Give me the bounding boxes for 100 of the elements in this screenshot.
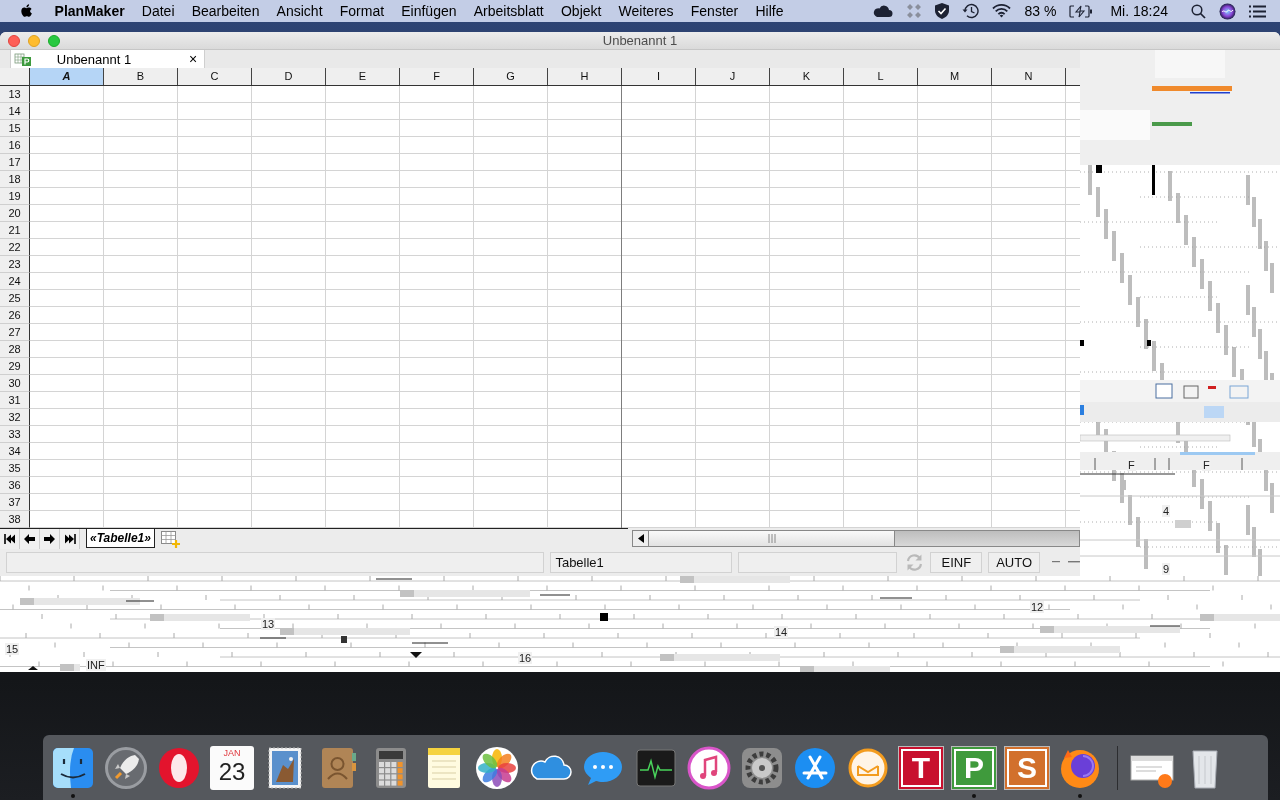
column-header[interactable]: J (696, 68, 770, 85)
glitch-text-fragment: 4 (1162, 505, 1171, 517)
close-window-button[interactable] (8, 34, 20, 47)
glitch-text-fragment: F (1202, 459, 1211, 471)
glitch-text-fragment: 9 (1162, 563, 1171, 575)
column-header[interactable]: H (548, 68, 622, 85)
row-header[interactable]: 25 (0, 290, 30, 307)
apple-logo-icon[interactable] (20, 3, 34, 19)
row-header[interactable]: 32 (0, 409, 30, 426)
row-header[interactable]: 19 (0, 188, 30, 205)
next-sheet-button[interactable] (40, 529, 60, 549)
row-header[interactable]: 33 (0, 426, 30, 443)
add-sheet-icon[interactable] (160, 530, 180, 548)
column-header[interactable]: G (474, 68, 548, 85)
row-header[interactable]: 21 (0, 222, 30, 239)
menu-item[interactable]: Hilfe (746, 0, 793, 22)
flower-icon[interactable] (473, 744, 521, 792)
first-sheet-button[interactable] (0, 529, 20, 549)
row-header[interactable]: 23 (0, 256, 30, 273)
row-header[interactable]: 24 (0, 273, 30, 290)
previous-sheet-button[interactable] (20, 529, 40, 549)
menu-item[interactable]: Datei (133, 0, 184, 22)
glitch-text-fragment: 14 (774, 626, 789, 638)
column-header[interactable]: I (622, 68, 696, 85)
grip-lines-icon (767, 534, 776, 543)
history-clock-icon[interactable] (962, 3, 980, 19)
app-menu[interactable]: PlanMaker (46, 0, 134, 22)
row-header[interactable]: 15 (0, 120, 30, 137)
arrow-left-icon (24, 534, 35, 544)
row-header[interactable]: 16 (0, 137, 30, 154)
column-header[interactable]: F (400, 68, 474, 85)
minus-icon[interactable] (1052, 561, 1061, 564)
scrollbar-thumb[interactable] (649, 531, 895, 546)
row-header[interactable]: 31 (0, 392, 30, 409)
row-header[interactable]: 28 (0, 341, 30, 358)
arrow-right-icon (44, 534, 55, 544)
horizontal-scrollbar[interactable] (632, 530, 1080, 547)
scroll-left-button[interactable] (633, 531, 649, 546)
row-header[interactable]: 20 (0, 205, 30, 222)
music-note-icon[interactable] (685, 744, 733, 792)
row-header[interactable]: 27 (0, 324, 30, 341)
wifi-icon[interactable] (992, 4, 1012, 18)
row-header[interactable]: 14 (0, 103, 30, 120)
window-title: Unbenannt 1 (602, 33, 678, 48)
row-header[interactable]: 34 (0, 443, 30, 460)
column-header[interactable]: C (178, 68, 252, 85)
search-icon[interactable] (1191, 3, 1206, 19)
rocket-icon[interactable] (102, 744, 150, 792)
battery-charging-icon[interactable] (1069, 4, 1094, 18)
row-header[interactable]: 30 (0, 375, 30, 392)
glitch-text-fragment: INF (86, 659, 106, 671)
column-header[interactable]: K (770, 68, 844, 85)
menu-item[interactable]: Fenster (682, 0, 747, 22)
letter-tile-button[interactable]: P (951, 746, 997, 790)
menu-item[interactable]: Weiteres (610, 0, 683, 22)
row-header[interactable]: 36 (0, 477, 30, 494)
document-tab[interactable]: Unbenannt 1 × (10, 50, 205, 68)
column-header[interactable]: A (30, 68, 104, 85)
row-header[interactable]: 17 (0, 154, 30, 171)
column-header[interactable]: M (918, 68, 992, 85)
insert-mode-indicator[interactable]: EINF (930, 552, 983, 573)
slider-track-drawing (1068, 561, 1080, 564)
sheet-name-field: Tabelle1 (550, 552, 732, 573)
menu-item[interactable]: Ansicht (268, 0, 332, 22)
list-icon[interactable] (1249, 4, 1266, 18)
close-tab-button[interactable]: × (186, 51, 200, 67)
row-header[interactable]: 18 (0, 171, 30, 188)
menu-clock[interactable]: Mi. 18:24 (1110, 3, 1168, 19)
menu-item[interactable]: Bearbeiten (183, 0, 268, 22)
letter-tile-button[interactable]: T (898, 746, 944, 790)
menu-item[interactable]: Arbeitsblatt (465, 0, 553, 22)
menu-item[interactable]: Format (331, 0, 393, 22)
sheet-tab[interactable]: «Tabelle1» (86, 529, 155, 548)
row-header[interactable]: 26 (0, 307, 30, 324)
menu-item[interactable]: Einfügen (392, 0, 466, 22)
column-header[interactable]: D (252, 68, 326, 85)
last-sheet-button[interactable] (60, 529, 80, 549)
orb-icon[interactable] (1219, 2, 1236, 20)
calendar-month-label: JAN (223, 748, 241, 759)
column-header[interactable]: N (992, 68, 1066, 85)
battery-percentage: 83 % (1024, 3, 1057, 19)
triangle-left-icon (637, 534, 644, 543)
row-header[interactable]: 22 (0, 239, 30, 256)
row-header[interactable]: 38 (0, 511, 30, 528)
row-header[interactable]: 37 (0, 494, 30, 511)
row-header[interactable]: 29 (0, 358, 30, 375)
glitch-text-fragment: 15 (5, 643, 20, 655)
column-header[interactable]: L (844, 68, 918, 85)
calendar-day-label: 23 (218, 759, 246, 785)
skip-first-icon (3, 534, 16, 544)
column-header[interactable]: B (104, 68, 178, 85)
calc-mode-indicator[interactable]: AUTO (988, 552, 1041, 573)
cell-grid[interactable] (30, 86, 1080, 528)
menu-item[interactable]: Objekt (552, 0, 610, 22)
cloud-icon[interactable] (873, 4, 894, 18)
shield-check-icon[interactable] (935, 3, 950, 19)
row-header[interactable]: 35 (0, 460, 30, 477)
row-header[interactable]: 13 (0, 86, 30, 103)
column-header[interactable]: E (326, 68, 400, 85)
calendar-app-button[interactable]: JAN 23 (210, 746, 254, 790)
